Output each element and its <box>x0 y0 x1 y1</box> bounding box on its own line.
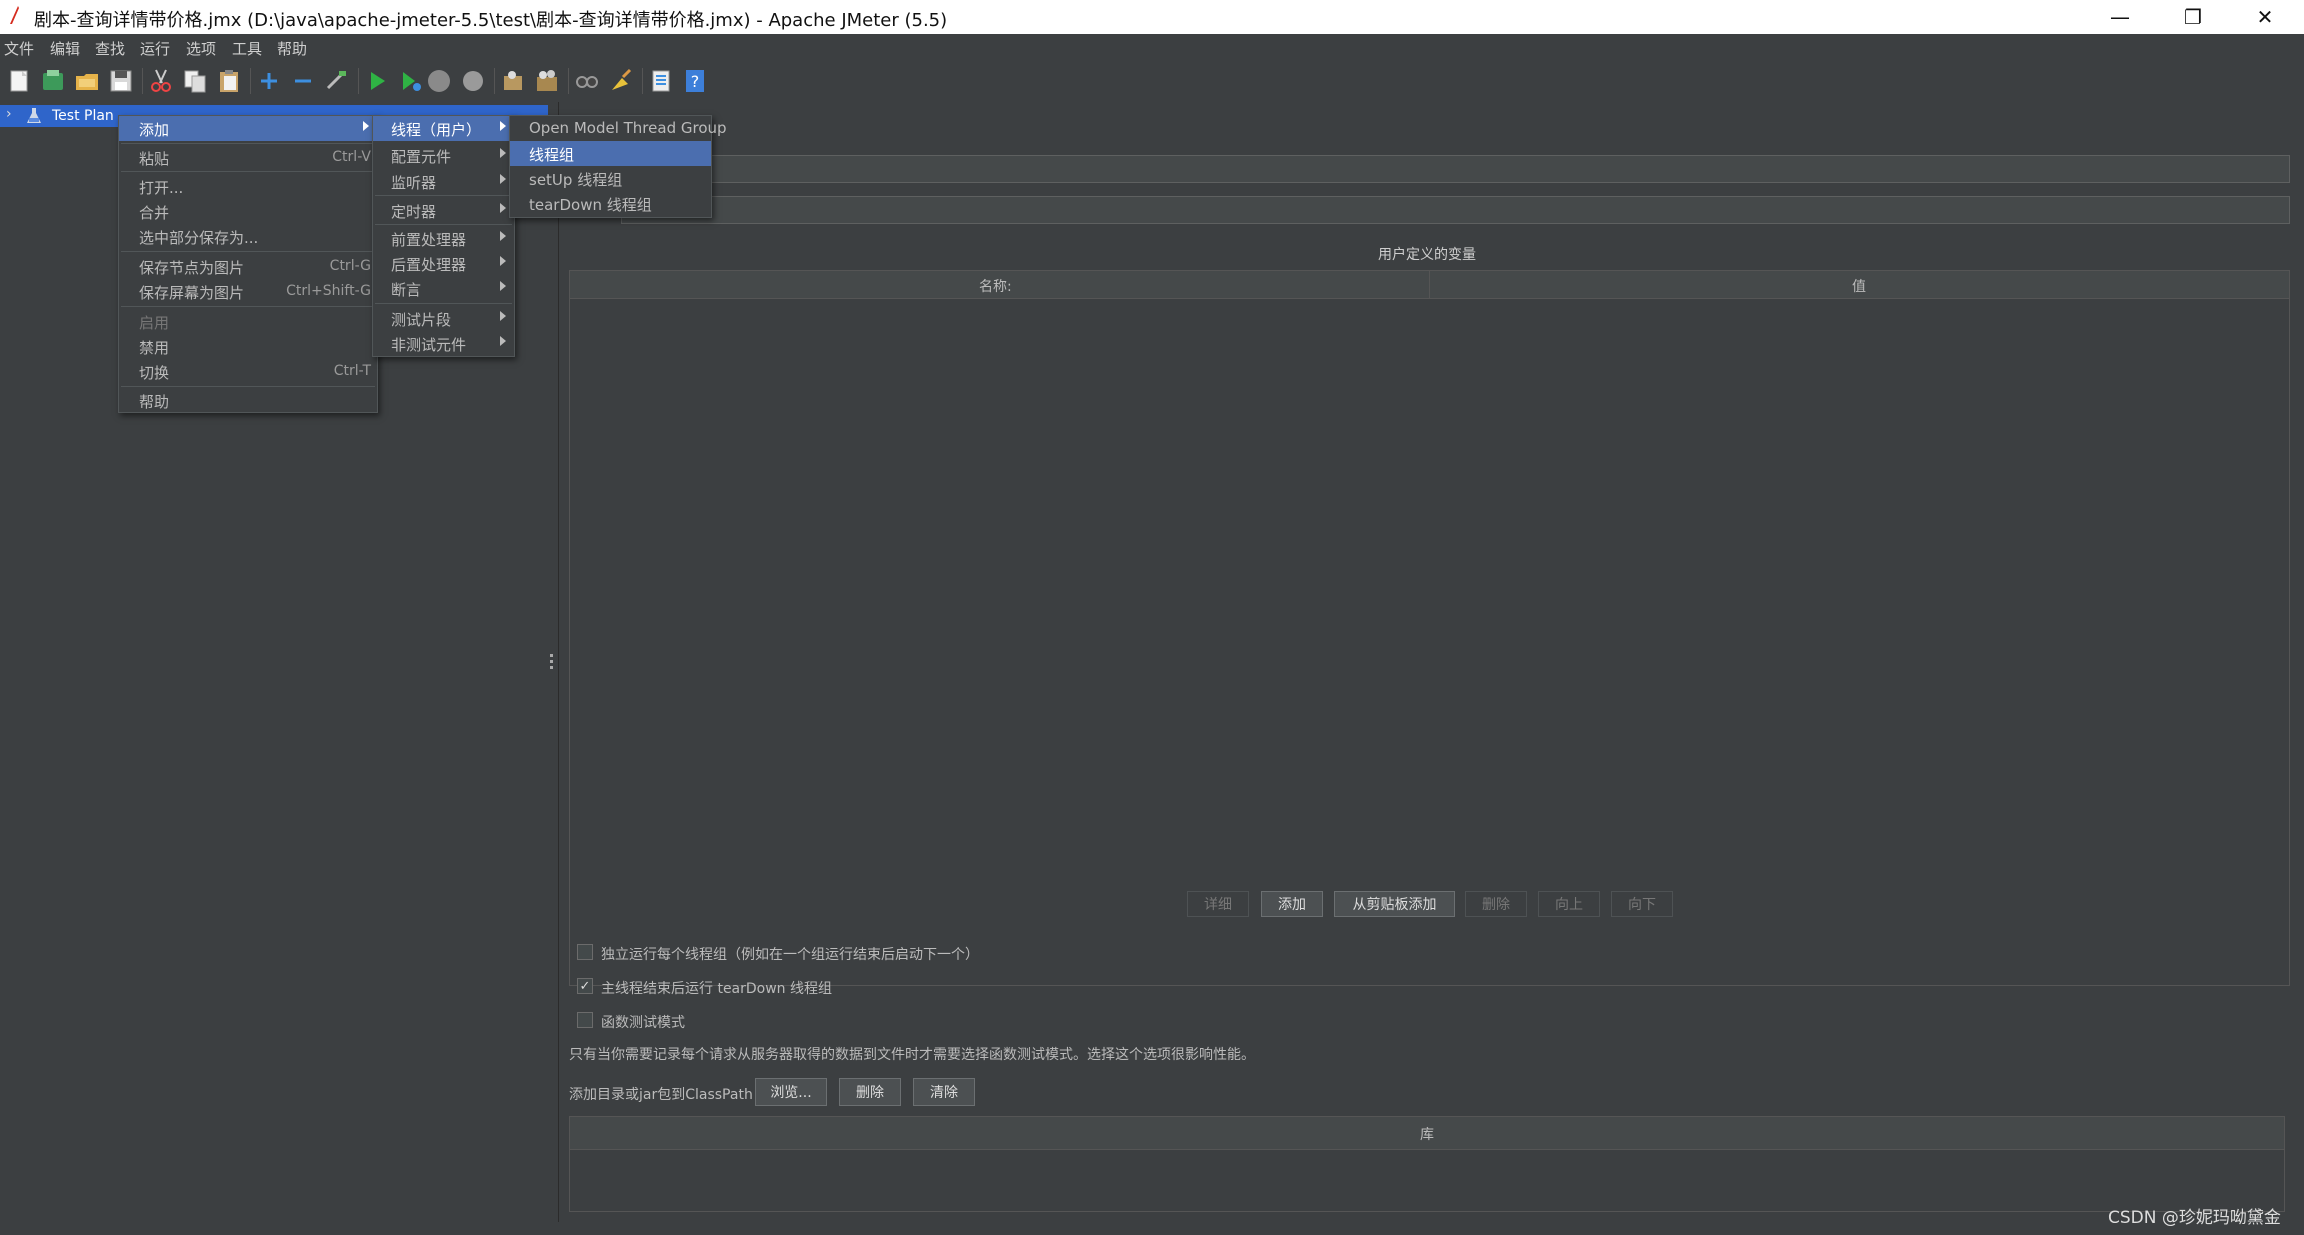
name-field[interactable] <box>621 155 2290 183</box>
browse-button[interactable]: 浏览... <box>755 1078 827 1106</box>
menu-options[interactable]: 选项 <box>186 38 216 59</box>
context-menu-item-paste[interactable]: 粘贴 Ctrl-V <box>119 145 377 170</box>
move-down-button[interactable]: 向下 <box>1611 891 1673 917</box>
classpath-delete-button[interactable]: 删除 <box>839 1078 901 1106</box>
collapse-all-icon[interactable] <box>290 68 316 94</box>
add-from-clipboard-button[interactable]: 从剪贴板添加 <box>1334 891 1455 917</box>
new-icon[interactable] <box>6 68 32 94</box>
copy-icon[interactable] <box>182 68 208 94</box>
clear-icon[interactable] <box>500 68 526 94</box>
column-header-value[interactable]: 值 <box>1430 271 2289 299</box>
start-icon[interactable] <box>364 68 390 94</box>
teardown-on-shutdown-label: 主线程结束后运行 tearDown 线程组 <box>601 981 833 997</box>
menu-bar: 文件 编辑 查找 运行 选项 工具 帮助 <box>0 34 2304 60</box>
context-menu-item-toggle[interactable]: 切换 Ctrl-T <box>119 359 377 384</box>
chevron-right-icon[interactable]: › <box>6 106 12 122</box>
menu-run[interactable]: 运行 <box>140 38 170 59</box>
menu-edit[interactable]: 编辑 <box>50 38 80 59</box>
detail-button[interactable]: 详细 <box>1187 891 1249 917</box>
add-submenu-item-preprocessor[interactable]: 前置处理器 <box>373 226 514 251</box>
add-submenu-item-timer[interactable]: 定时器 <box>373 198 514 223</box>
context-menu-item-save-node-image[interactable]: 保存节点为图片 Ctrl-G <box>119 254 377 279</box>
menu-tools[interactable]: 工具 <box>232 38 262 59</box>
context-menu-item-save-selection[interactable]: 选中部分保存为... <box>119 224 377 249</box>
add-submenu-item-postprocessor[interactable]: 后置处理器 <box>373 251 514 276</box>
start-no-pauses-icon[interactable] <box>398 68 424 94</box>
close-button[interactable]: ✕ <box>2230 0 2300 34</box>
context-menu-item-disable[interactable]: 禁用 <box>119 334 377 359</box>
add-submenu-item-assertion[interactable]: 断言 <box>373 276 514 301</box>
variables-table[interactable]: 名称: 值 <box>569 270 2290 986</box>
jmeter-feather-icon <box>10 6 19 24</box>
paste-icon[interactable] <box>216 68 242 94</box>
expand-all-icon[interactable] <box>256 68 282 94</box>
save-icon[interactable] <box>108 68 134 94</box>
delete-button[interactable]: 删除 <box>1465 891 1527 917</box>
context-menu-item-merge[interactable]: 合并 <box>119 199 377 224</box>
test-plan-panel: 注释: 用户定义的变量 名称: 值 详细 添加 从剪贴板添加 删除 向上 向下 … <box>559 102 2304 1222</box>
context-menu-item-help[interactable]: 帮助 <box>119 388 377 413</box>
add-submenu-item-config[interactable]: 配置元件 <box>373 143 514 168</box>
templates-icon[interactable] <box>40 68 66 94</box>
reset-search-icon[interactable] <box>608 68 634 94</box>
library-column-header[interactable]: 库 <box>570 1117 2284 1150</box>
threads-submenu-item-open-model[interactable]: Open Model Thread Group <box>510 116 727 141</box>
context-menu: 添加 粘贴 Ctrl-V 打开... 合并 选中部分保存为... 保存节点为图片 C… <box>118 115 378 413</box>
window-title: 剧本-查询详情带价格.jmx (D:\java\apache-jmeter-5.… <box>34 10 948 31</box>
comment-field[interactable] <box>621 196 2290 224</box>
variables-title: 用户定义的变量 <box>1378 247 1476 263</box>
help-icon[interactable]: ? <box>682 68 708 94</box>
serialize-threadgroups-checkbox[interactable] <box>577 944 593 960</box>
search-icon[interactable] <box>574 68 600 94</box>
context-menu-item-open[interactable]: 打开... <box>119 174 377 199</box>
functional-mode-label: 函数测试模式 <box>601 1015 685 1031</box>
menu-help[interactable]: 帮助 <box>277 38 307 59</box>
functional-mode-checkbox[interactable] <box>577 1012 593 1028</box>
add-button[interactable]: 添加 <box>1261 891 1323 917</box>
teardown-on-shutdown-checkbox[interactable]: ✓ <box>577 978 593 994</box>
toolbar: ? <box>0 60 2304 103</box>
watermark-text: CSDN @珍妮玛呦黛金 <box>2108 1208 2281 1228</box>
move-up-button[interactable]: 向上 <box>1538 891 1600 917</box>
add-submenu-item-non-test[interactable]: 非测试元件 <box>373 331 514 356</box>
threads-submenu: Open Model Thread Group 线程组 setUp 线程组 te… <box>509 115 727 218</box>
add-submenu-item-fragment[interactable]: 测试片段 <box>373 306 514 331</box>
tree-label-test-plan: Test Plan <box>52 108 114 124</box>
cut-icon[interactable] <box>148 68 174 94</box>
function-helper-icon[interactable] <box>648 68 674 94</box>
threads-submenu-item-thread-group[interactable]: 线程组 <box>510 141 711 166</box>
serialize-threadgroups-label: 独立运行每个线程组（例如在一个组运行结束后启动下一个） <box>601 947 979 963</box>
shutdown-icon[interactable] <box>460 68 486 94</box>
maximize-button[interactable]: ❐ <box>2158 0 2228 34</box>
add-submenu-item-threads[interactable]: 线程（用户） <box>373 116 514 141</box>
open-icon[interactable] <box>74 68 100 94</box>
threads-submenu-item-teardown[interactable]: tearDown 线程组 <box>510 191 711 216</box>
column-header-name[interactable]: 名称: <box>570 271 1430 299</box>
add-submenu: 线程（用户） 配置元件 监听器 定时器 前置处理器 后置处理器 断言 测试片段 … <box>372 115 515 357</box>
context-menu-item-save-screen-image[interactable]: 保存屏幕为图片 Ctrl+Shift-G <box>119 279 377 304</box>
flask-icon <box>27 108 41 123</box>
library-table[interactable]: 库 <box>569 1116 2285 1212</box>
context-menu-item-enable[interactable]: 启用 <box>119 309 377 334</box>
threads-submenu-item-setup[interactable]: setUp 线程组 <box>510 166 711 191</box>
context-menu-item-add[interactable]: 添加 <box>119 116 377 141</box>
svg-text:?: ? <box>691 72 700 91</box>
classpath-clear-button[interactable]: 清除 <box>913 1078 975 1106</box>
minimize-button[interactable]: — <box>2085 0 2155 34</box>
functional-mode-note: 只有当你需要记录每个请求从服务器取得的数据到文件时才需要选择函数测试模式。选择这… <box>569 1047 1255 1063</box>
add-submenu-item-listener[interactable]: 监听器 <box>373 169 514 194</box>
clear-all-icon[interactable] <box>534 68 560 94</box>
classpath-label: 添加目录或jar包到ClassPath <box>569 1087 753 1103</box>
menu-search[interactable]: 查找 <box>95 38 125 59</box>
menu-file[interactable]: 文件 <box>4 38 34 59</box>
stop-icon[interactable] <box>426 68 452 94</box>
split-divider[interactable] <box>548 102 559 1222</box>
toggle-icon[interactable] <box>324 68 350 94</box>
window-title-bar: 剧本-查询详情带价格.jmx (D:\java\apache-jmeter-5.… <box>0 0 2304 34</box>
